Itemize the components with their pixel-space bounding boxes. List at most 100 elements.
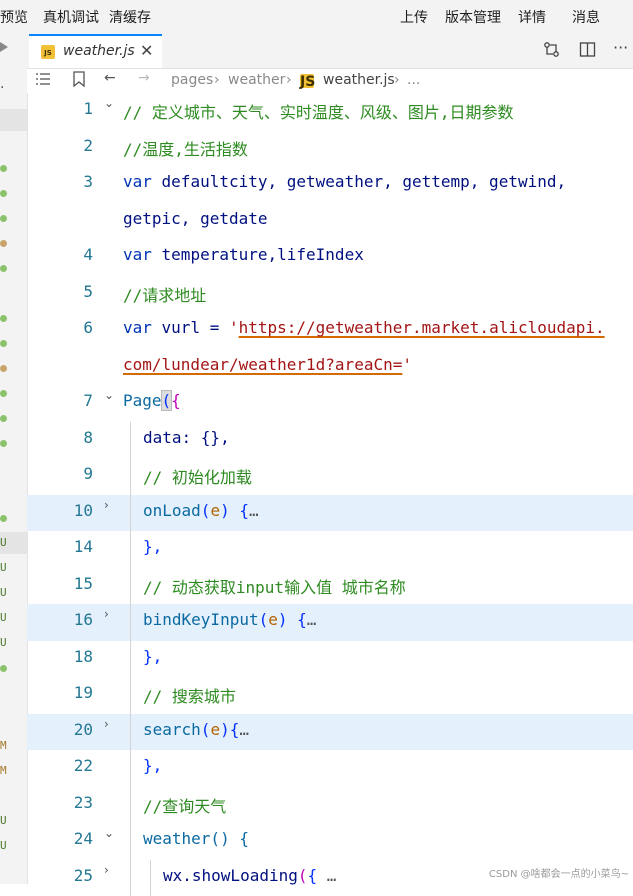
code-text: getpic, getdate	[123, 209, 268, 228]
line-number: 2	[27, 136, 93, 155]
fold-ellipsis[interactable]: …	[307, 610, 317, 629]
code-line-folded: 10 › onLoad(e) {…	[27, 495, 633, 532]
collapse-arrow-icon[interactable]	[0, 42, 8, 52]
tab-weather-js[interactable]: JS weather.js ✕	[29, 34, 162, 68]
code-line-wrapped: getpic, getdate	[27, 203, 633, 240]
code-line: 5 //请求地址	[27, 276, 633, 313]
fold-chevron-down-icon[interactable]: ⌄	[104, 96, 114, 110]
method-name: bindKeyInput	[143, 610, 259, 629]
details-button[interactable]: 详情	[518, 7, 546, 27]
breadcrumb-separator: ›	[394, 72, 400, 88]
more-actions-icon[interactable]: ···	[613, 38, 628, 57]
tab-label: weather.js	[63, 43, 135, 59]
code-line: 6 var vurl = 'https://getweather.market.…	[27, 312, 633, 349]
indent-guide	[130, 677, 131, 714]
status-dot	[0, 440, 7, 447]
code-line-wrapped: com/lundear/weather1d?areaCn='	[27, 349, 633, 386]
fold-chevron-right-icon[interactable]: ›	[104, 717, 109, 731]
version-manage-button[interactable]: 版本管理	[445, 7, 501, 27]
code-line: 23 //查询天气	[27, 787, 633, 824]
fold-chevron-down-icon[interactable]: ⌄	[104, 826, 114, 840]
keyword-var: var	[123, 245, 152, 264]
back-arrow-icon[interactable]: ←	[104, 70, 116, 86]
messages-button[interactable]: 消息	[572, 7, 600, 27]
code-line-folded: 20 › search(e){…	[27, 714, 633, 751]
status-dot	[0, 190, 7, 197]
code-line: 22 },	[27, 750, 633, 787]
outline-list-icon[interactable]	[35, 71, 51, 91]
comment-text: //查询天气	[143, 793, 226, 817]
status-dot	[0, 265, 7, 272]
git-untracked-marker: U	[0, 814, 7, 827]
string-quote: '	[229, 318, 239, 337]
source-control-compare-icon[interactable]	[543, 41, 560, 62]
keyword-var: var	[123, 172, 152, 191]
code-line: 3 var defaultcity, getweather, gettemp, …	[27, 166, 633, 203]
git-untracked-marker: U	[0, 536, 7, 549]
indent-guide	[130, 604, 131, 641]
indent-guide	[130, 568, 131, 605]
variable-list: defaultcity, getweather, gettemp, getwin…	[152, 172, 566, 191]
line-number: 5	[27, 282, 93, 301]
watermark: CSDN @啥都会一点的小菜鸟~	[489, 865, 629, 880]
param: e	[210, 501, 220, 520]
split-editor-icon[interactable]	[579, 41, 596, 62]
device-debug-button[interactable]: 真机调试	[43, 7, 99, 27]
code-line: 24 ⌄ weather() {	[27, 823, 633, 860]
comment-text: //温度,生活指数	[123, 136, 248, 160]
code-editor[interactable]: 1 ⌄ // 定义城市、天气、实时温度、风级、图片,日期参数 2 //温度,生活…	[27, 93, 633, 884]
indent-guide	[150, 860, 151, 896]
code-line: 1 ⌄ // 定义城市、天气、实时温度、风级、图片,日期参数	[27, 93, 633, 130]
breadcrumb-item-more[interactable]: ...	[407, 72, 420, 88]
fold-chevron-right-icon[interactable]: ›	[104, 498, 109, 512]
fold-chevron-right-icon[interactable]: ›	[104, 863, 109, 877]
fold-ellipsis[interactable]: …	[249, 501, 259, 520]
line-number: 1	[27, 99, 93, 118]
code-line: 8 data: {},	[27, 422, 633, 459]
explorer-highlight-row	[0, 109, 27, 131]
breadcrumb-separator: ›	[286, 72, 292, 88]
fold-chevron-right-icon[interactable]: ›	[104, 607, 109, 621]
method-call: wx.showLoading	[163, 866, 298, 885]
string-url[interactable]: https://getweather.market.alicloudapi.	[239, 318, 605, 337]
indent-guide	[130, 641, 131, 678]
fold-chevron-down-icon[interactable]: ⌄	[104, 388, 114, 402]
indent-guide	[130, 422, 131, 459]
code-line: 9 // 初始化加载	[27, 458, 633, 495]
breadcrumb-item-pages[interactable]: pages	[171, 72, 213, 88]
bookmark-icon[interactable]	[72, 71, 86, 92]
line-number: 7	[27, 391, 93, 410]
fold-ellipsis[interactable]: …	[327, 866, 337, 885]
line-number: 8	[27, 428, 93, 447]
breadcrumb-item-weather[interactable]: weather	[228, 72, 285, 88]
git-untracked-marker: U	[0, 586, 7, 599]
code-text: data: {},	[143, 428, 230, 447]
code-text: Page({	[123, 391, 181, 410]
status-dot	[0, 390, 7, 397]
indent-guide	[130, 495, 131, 532]
status-dot	[0, 365, 7, 372]
line-number: 6	[27, 318, 93, 337]
clear-cache-button[interactable]: 清缓存	[109, 7, 151, 27]
method-weather: weather() {	[143, 829, 249, 848]
status-dot	[0, 240, 7, 247]
code-text: wx.showLoading({ …	[163, 866, 336, 885]
method-name: onLoad	[143, 501, 201, 520]
string-url[interactable]: com/lundear/weather1d?areaCn=	[123, 355, 402, 374]
breadcrumb-item-file[interactable]: weather.js	[323, 72, 395, 88]
breadcrumb: ← → pages › weather › JS weather.js › ..…	[27, 69, 633, 93]
indent-guide	[130, 531, 131, 568]
close-icon[interactable]: ✕	[140, 41, 153, 60]
status-dot	[0, 415, 7, 422]
fold-ellipsis[interactable]: …	[239, 720, 249, 739]
indent-guide	[130, 458, 131, 495]
property-data: data: {},	[143, 428, 230, 447]
preview-button[interactable]: 预览	[0, 7, 28, 27]
comment-text: // 动态获取input输入值 城市名称	[143, 574, 406, 598]
line-number: 10	[27, 501, 93, 520]
forward-arrow-icon[interactable]: →	[138, 70, 150, 86]
code-line: 4 var temperature,lifeIndex	[27, 239, 633, 276]
param: e	[210, 720, 220, 739]
status-dot	[0, 315, 7, 322]
upload-button[interactable]: 上传	[400, 7, 428, 27]
